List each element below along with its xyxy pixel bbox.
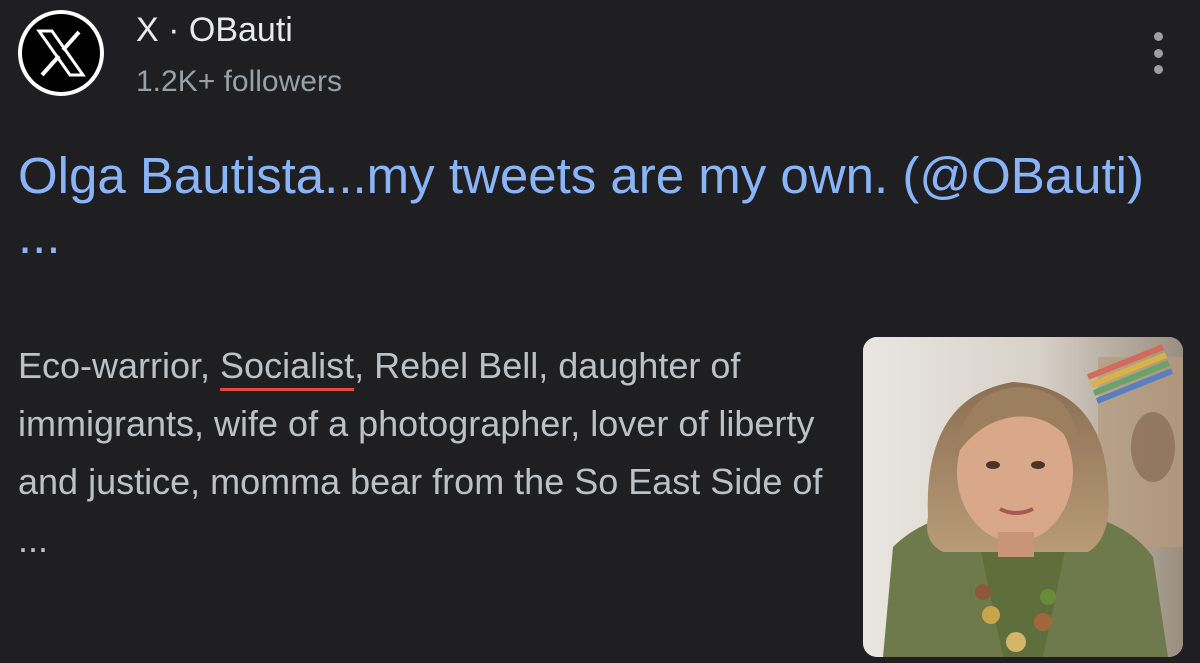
result-title-link[interactable]: Olga Bautista...my tweets are my own. (@… <box>18 146 1158 266</box>
x-logo-icon <box>18 10 104 96</box>
snippet-flagged-word: Socialist <box>220 345 355 386</box>
source-name: X · OBauti <box>136 11 293 49</box>
result-source[interactable]: X · OBauti 1.2K+ followers <box>18 10 342 102</box>
search-result-card: X · OBauti 1.2K+ followers Olga Bautista… <box>0 0 1200 663</box>
snippet-text-start: Eco-warrior, <box>18 345 221 386</box>
profile-photo <box>863 337 1183 657</box>
more-options-icon[interactable] <box>1138 28 1178 78</box>
result-snippet: Eco-warrior, Socialist, Rebel Bell, daug… <box>18 337 838 569</box>
result-thumbnail-image[interactable] <box>863 337 1183 657</box>
source-followers-count: 1.2K+ followers <box>136 65 342 98</box>
